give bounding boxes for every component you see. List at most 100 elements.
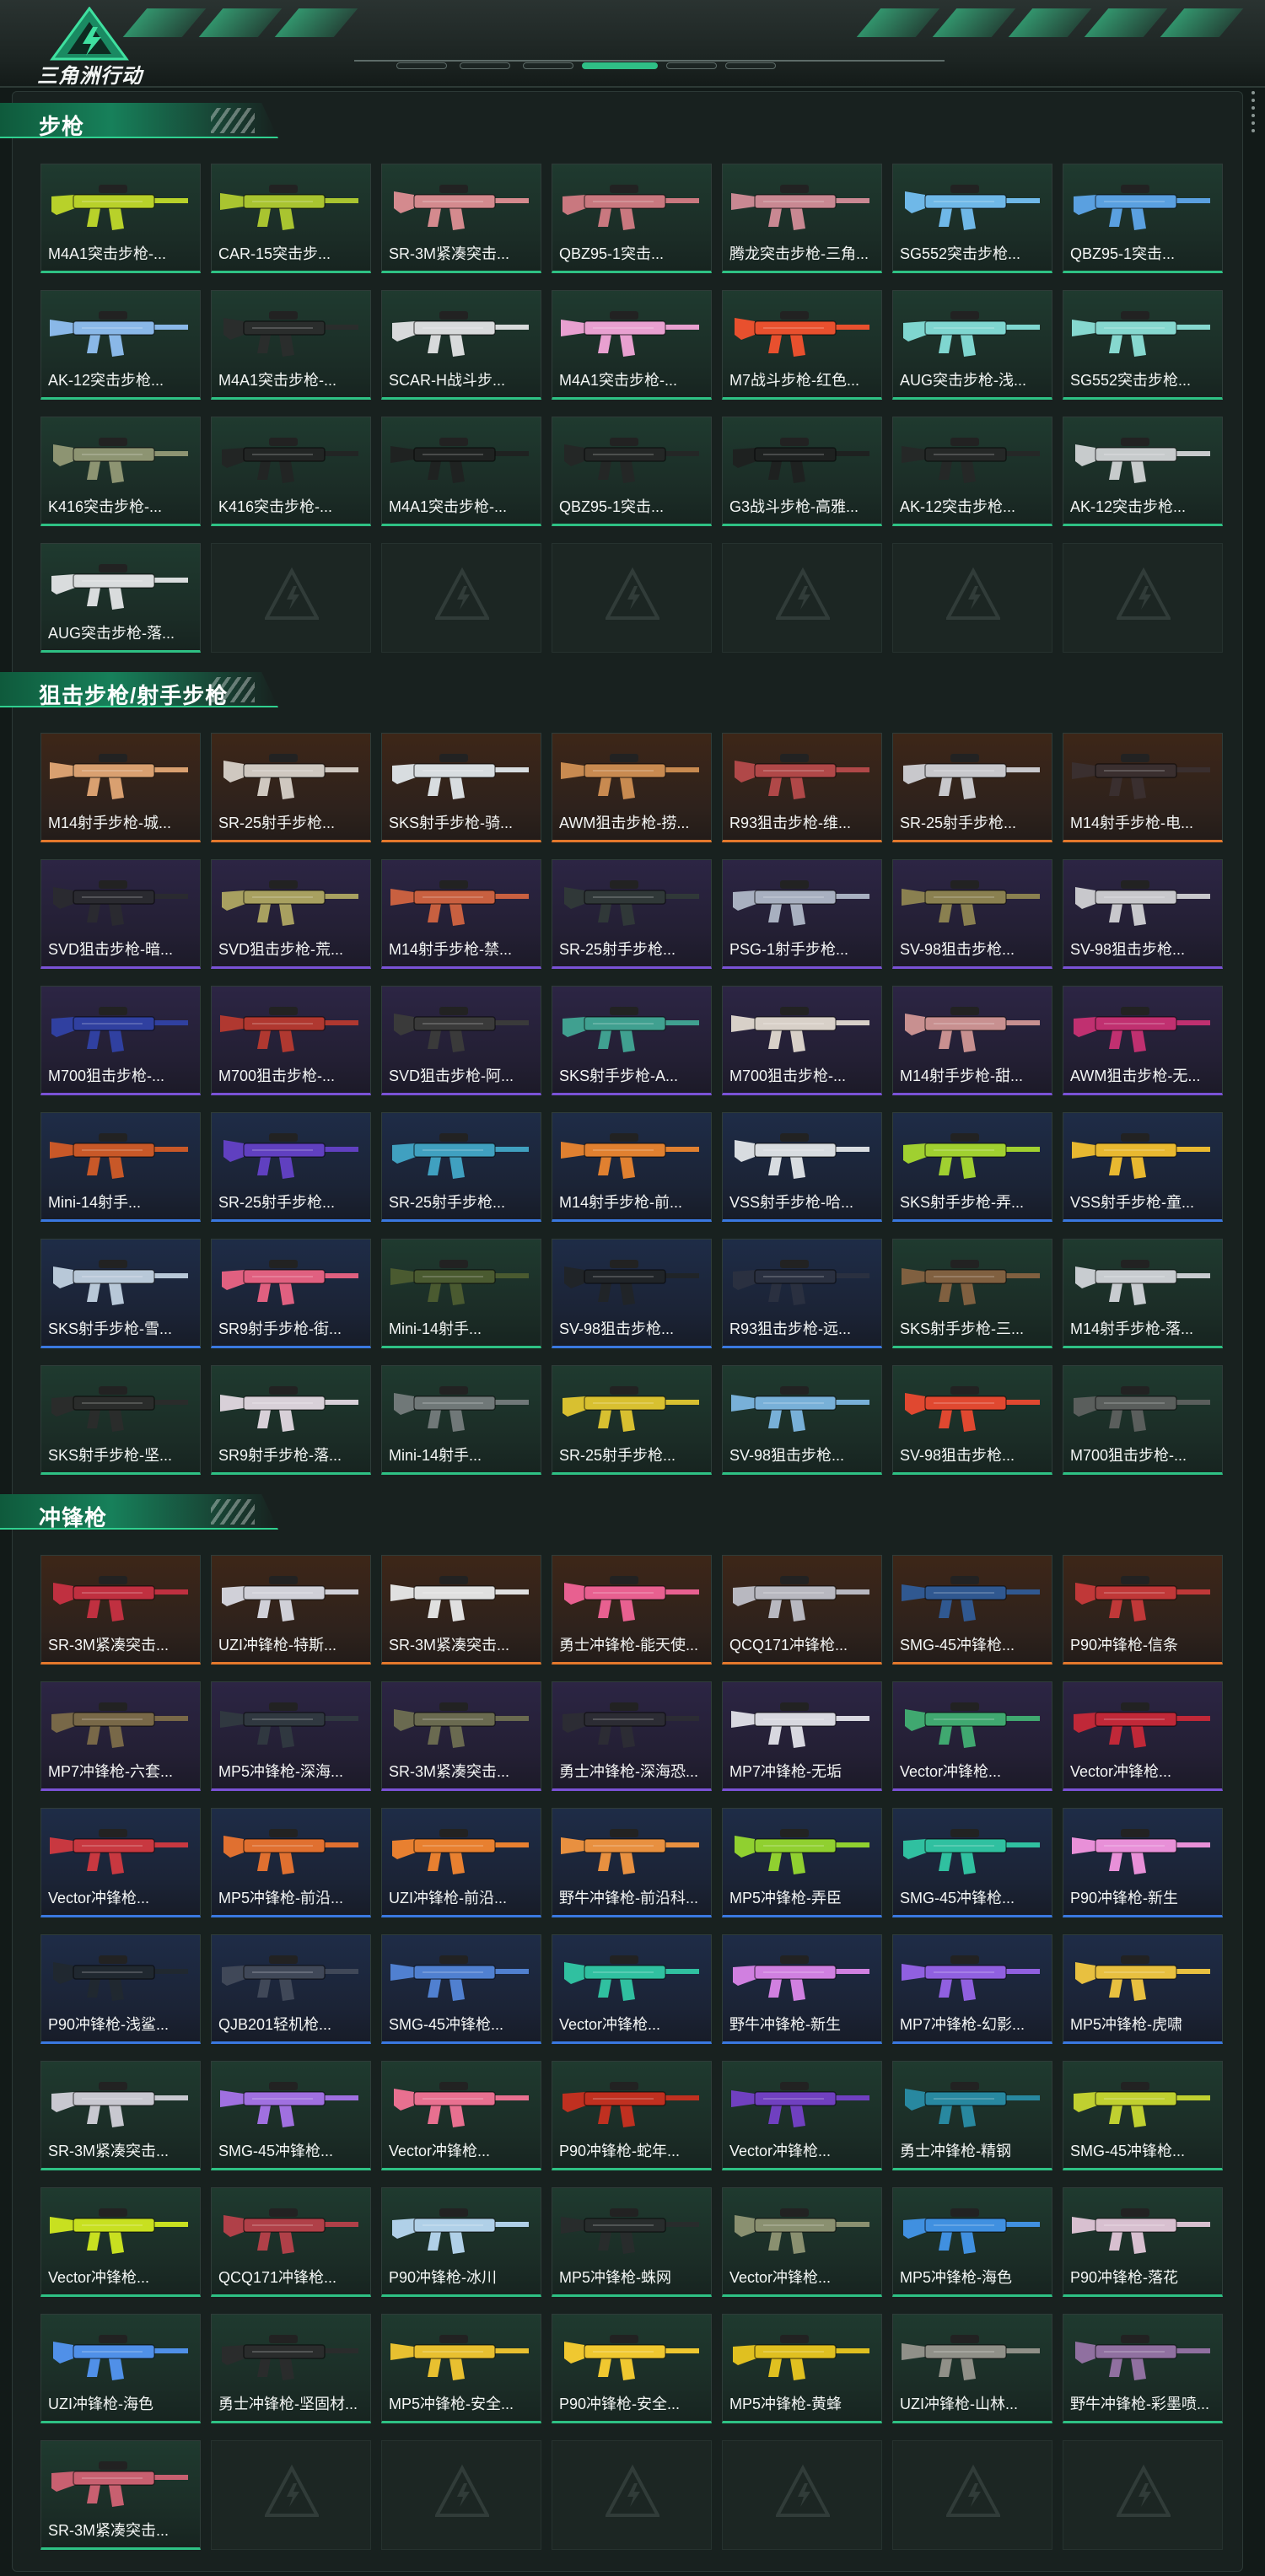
- weapon-skin-card[interactable]: SKS射手步枪-A...: [552, 986, 712, 1095]
- scroll-indicator[interactable]: [1252, 91, 1257, 132]
- weapon-skin-card[interactable]: AK-12突击步枪...: [1063, 417, 1223, 526]
- weapon-skin-card[interactable]: SR-3M紧凑突击...: [381, 164, 541, 273]
- weapon-skin-card[interactable]: SKS射手步枪-骑...: [381, 733, 541, 842]
- weapon-skin-card[interactable]: M7战斗步枪-红色...: [722, 290, 882, 400]
- weapon-skin-card[interactable]: SR-25射手步枪...: [552, 859, 712, 969]
- weapon-skin-card[interactable]: SR-3M紧凑突击...: [40, 2061, 201, 2170]
- weapon-skin-card[interactable]: AK-12突击步枪...: [892, 417, 1052, 526]
- weapon-skin-card[interactable]: 野牛冲锋枪-新生: [722, 1934, 882, 2044]
- weapon-skin-card[interactable]: Vector冲锋枪...: [40, 1808, 201, 1917]
- weapon-skin-card[interactable]: SV-98狙击步枪...: [552, 1239, 712, 1348]
- weapon-skin-card[interactable]: QCQ171冲锋枪...: [722, 1555, 882, 1664]
- weapon-skin-card[interactable]: P90冲锋枪-落花: [1063, 2187, 1223, 2297]
- weapon-skin-card[interactable]: MP5冲锋枪-黄蜂: [722, 2314, 882, 2423]
- weapon-skin-card[interactable]: SV-98狙击步枪...: [892, 1365, 1052, 1475]
- weapon-skin-card[interactable]: M700狙击步枪-...: [722, 986, 882, 1095]
- weapon-skin-card[interactable]: Mini-14射手...: [381, 1239, 541, 1348]
- weapon-skin-card[interactable]: SR-25射手步枪...: [381, 1112, 541, 1222]
- weapon-skin-card[interactable]: M14射手步枪-禁...: [381, 859, 541, 969]
- weapon-skin-card[interactable]: P90冲锋枪-冰川: [381, 2187, 541, 2297]
- weapon-skin-card[interactable]: PSG-1射手步枪...: [722, 859, 882, 969]
- weapon-skin-card[interactable]: M700狙击步枪-...: [211, 986, 371, 1095]
- weapon-skin-card[interactable]: QBZ95-1突击...: [552, 164, 712, 273]
- weapon-skin-card[interactable]: MP7冲锋枪-无垢: [722, 1681, 882, 1791]
- weapon-skin-card[interactable]: MP5冲锋枪-弄臣: [722, 1808, 882, 1917]
- weapon-skin-card[interactable]: SKS射手步枪-三...: [892, 1239, 1052, 1348]
- weapon-skin-card[interactable]: M700狙击步枪-...: [1063, 1365, 1223, 1475]
- weapon-skin-card[interactable]: M14射手步枪-城...: [40, 733, 201, 842]
- weapon-skin-card[interactable]: SR-25射手步枪...: [211, 733, 371, 842]
- weapon-skin-card[interactable]: P90冲锋枪-蛇年...: [552, 2061, 712, 2170]
- weapon-skin-card[interactable]: SG552突击步枪...: [1063, 290, 1223, 400]
- weapon-skin-card[interactable]: SKS射手步枪-弄...: [892, 1112, 1052, 1222]
- weapon-skin-card[interactable]: M14射手步枪-甜...: [892, 986, 1052, 1095]
- weapon-skin-card[interactable]: P90冲锋枪-信条: [1063, 1555, 1223, 1664]
- weapon-skin-card[interactable]: CAR-15突击步...: [211, 164, 371, 273]
- weapon-skin-card[interactable]: SR9射手步枪-落...: [211, 1365, 371, 1475]
- weapon-skin-card[interactable]: QCQ171冲锋枪...: [211, 2187, 371, 2297]
- weapon-skin-card[interactable]: Vector冲锋枪...: [552, 1934, 712, 2044]
- weapon-skin-card[interactable]: M14射手步枪-落...: [1063, 1239, 1223, 1348]
- weapon-skin-card[interactable]: VSS射手步枪-童...: [1063, 1112, 1223, 1222]
- weapon-skin-card[interactable]: SVD狙击步枪-暗...: [40, 859, 201, 969]
- weapon-skin-card[interactable]: 勇士冲锋枪-精钢: [892, 2061, 1052, 2170]
- weapon-skin-card[interactable]: AWM狙击步枪-捞...: [552, 733, 712, 842]
- weapon-skin-card[interactable]: SR-25射手步枪...: [552, 1365, 712, 1475]
- weapon-skin-card[interactable]: P90冲锋枪-浅鲨...: [40, 1934, 201, 2044]
- weapon-skin-card[interactable]: AWM狙击步枪-无...: [1063, 986, 1223, 1095]
- weapon-skin-card[interactable]: AUG突击步枪-浅...: [892, 290, 1052, 400]
- weapon-skin-card[interactable]: Vector冲锋枪...: [722, 2187, 882, 2297]
- weapon-skin-card[interactable]: M4A1突击步枪-...: [552, 290, 712, 400]
- weapon-skin-card[interactable]: QJB201轻机枪...: [211, 1934, 371, 2044]
- weapon-skin-card[interactable]: SR-3M紧凑突击...: [381, 1555, 541, 1664]
- weapon-skin-card[interactable]: G3战斗步枪-高雅...: [722, 417, 882, 526]
- weapon-skin-card[interactable]: 野牛冲锋枪-前沿科...: [552, 1808, 712, 1917]
- weapon-skin-card[interactable]: Vector冲锋枪...: [1063, 1681, 1223, 1791]
- weapon-skin-card[interactable]: MP5冲锋枪-蛛网: [552, 2187, 712, 2297]
- weapon-skin-card[interactable]: SVD狙击步枪-荒...: [211, 859, 371, 969]
- weapon-skin-card[interactable]: MP5冲锋枪-安全...: [381, 2314, 541, 2423]
- weapon-skin-card[interactable]: SR-3M紧凑突击...: [381, 1681, 541, 1791]
- weapon-skin-card[interactable]: SMG-45冲锋枪...: [211, 2061, 371, 2170]
- weapon-skin-card[interactable]: M14射手步枪-电...: [1063, 733, 1223, 842]
- weapon-skin-card[interactable]: SMG-45冲锋枪...: [892, 1555, 1052, 1664]
- weapon-skin-card[interactable]: SMG-45冲锋枪...: [892, 1808, 1052, 1917]
- weapon-skin-card[interactable]: Vector冲锋枪...: [40, 2187, 201, 2297]
- weapon-skin-card[interactable]: 勇士冲锋枪-能天使...: [552, 1555, 712, 1664]
- weapon-skin-card[interactable]: SKS射手步枪-雪...: [40, 1239, 201, 1348]
- weapon-skin-card[interactable]: K416突击步枪-...: [40, 417, 201, 526]
- weapon-skin-card[interactable]: SR-25射手步枪...: [211, 1112, 371, 1222]
- weapon-skin-card[interactable]: Mini-14射手...: [381, 1365, 541, 1475]
- weapon-skin-card[interactable]: SV-98狙击步枪...: [892, 859, 1052, 969]
- weapon-skin-card[interactable]: SMG-45冲锋枪...: [381, 1934, 541, 2044]
- weapon-skin-card[interactable]: QBZ95-1突击...: [552, 417, 712, 526]
- weapon-skin-card[interactable]: 勇士冲锋枪-坚固材...: [211, 2314, 371, 2423]
- weapon-skin-card[interactable]: M4A1突击步枪-...: [211, 290, 371, 400]
- weapon-skin-card[interactable]: R93狙击步枪-维...: [722, 733, 882, 842]
- weapon-skin-card[interactable]: MP7冲锋枪-六套...: [40, 1681, 201, 1791]
- weapon-skin-card[interactable]: 腾龙突击步枪-三角...: [722, 164, 882, 273]
- weapon-skin-card[interactable]: SV-98狙击步枪...: [1063, 859, 1223, 969]
- weapon-skin-card[interactable]: UZI冲锋枪-前沿...: [381, 1808, 541, 1917]
- weapon-skin-card[interactable]: P90冲锋枪-新生: [1063, 1808, 1223, 1917]
- weapon-skin-card[interactable]: MP5冲锋枪-海色: [892, 2187, 1052, 2297]
- weapon-skin-card[interactable]: MP7冲锋枪-幻影...: [892, 1934, 1052, 2044]
- weapon-skin-card[interactable]: MP5冲锋枪-虎啸: [1063, 1934, 1223, 2044]
- weapon-skin-card[interactable]: Mini-14射手...: [40, 1112, 201, 1222]
- weapon-skin-card[interactable]: AK-12突击步枪...: [40, 290, 201, 400]
- weapon-skin-card[interactable]: SVD狙击步枪-阿...: [381, 986, 541, 1095]
- weapon-skin-card[interactable]: SKS射手步枪-坚...: [40, 1365, 201, 1475]
- weapon-skin-card[interactable]: AUG突击步枪-落...: [40, 543, 201, 653]
- weapon-skin-card[interactable]: M14射手步枪-前...: [552, 1112, 712, 1222]
- weapon-skin-card[interactable]: SMG-45冲锋枪...: [1063, 2061, 1223, 2170]
- weapon-skin-card[interactable]: R93狙击步枪-远...: [722, 1239, 882, 1348]
- weapon-skin-card[interactable]: UZI冲锋枪-海色: [40, 2314, 201, 2423]
- weapon-skin-card[interactable]: SCAR-H战斗步...: [381, 290, 541, 400]
- weapon-skin-card[interactable]: P90冲锋枪-安全...: [552, 2314, 712, 2423]
- weapon-skin-card[interactable]: SR-25射手步枪...: [892, 733, 1052, 842]
- weapon-skin-card[interactable]: Vector冲锋枪...: [722, 2061, 882, 2170]
- weapon-skin-card[interactable]: Vector冲锋枪...: [892, 1681, 1052, 1791]
- weapon-skin-card[interactable]: SR9射手步枪-街...: [211, 1239, 371, 1348]
- weapon-skin-card[interactable]: Vector冲锋枪...: [381, 2061, 541, 2170]
- weapon-skin-card[interactable]: MP5冲锋枪-深海...: [211, 1681, 371, 1791]
